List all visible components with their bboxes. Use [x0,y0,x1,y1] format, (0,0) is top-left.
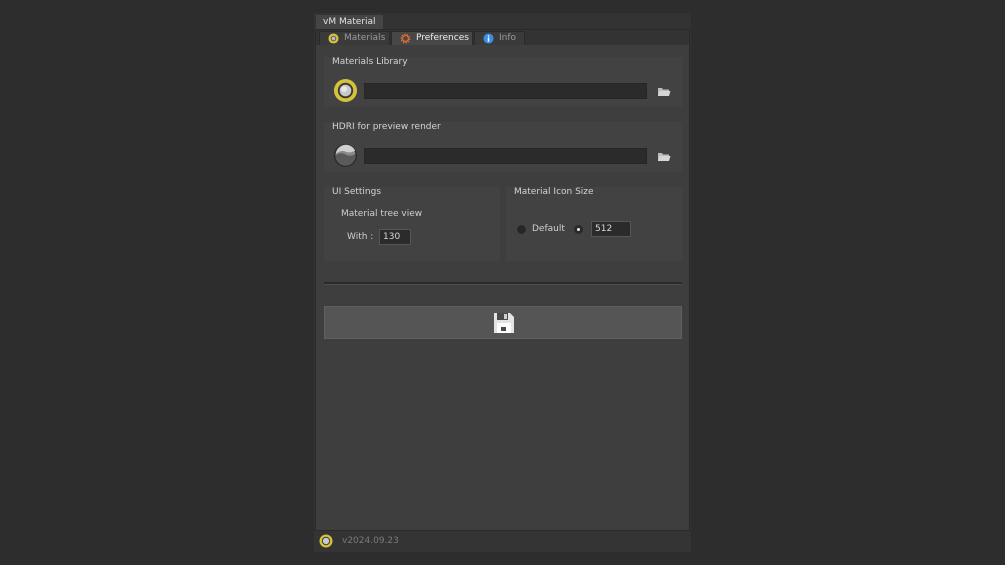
floppy-disk-icon [494,313,514,333]
info-icon [483,33,494,44]
folder-icon[interactable] [657,86,671,98]
materials-library-title: Materials Library [332,57,408,67]
materials-library-group: Materials Library [324,57,682,107]
tree-width-input[interactable]: 130 [379,229,411,245]
materials-library-path-input[interactable] [364,83,647,99]
custom-size-radio[interactable] [574,225,583,234]
hdri-path-input[interactable] [364,148,647,164]
window-title-tab[interactable]: vM Material [316,15,383,30]
hdri-group: HDRI for preview render [324,122,682,172]
icon-size-title: Material Icon Size [514,187,594,197]
version-label: v2024.09.23 [342,536,399,546]
tab-preferences[interactable]: Preferences [391,31,473,45]
gear-icon [400,33,411,44]
separator [324,282,682,285]
hdri-title: HDRI for preview render [332,122,441,132]
tab-bar: Materials Preferences Info [316,30,689,45]
folder-icon[interactable] [657,151,671,163]
material-ball-icon [333,78,358,103]
main-panel: Materials Preferences Info Materials Lib… [315,29,690,531]
icon-size-input[interactable]: 512 [591,221,631,237]
tab-preferences-label: Preferences [416,33,469,43]
icon-size-group: Material Icon Size Default 512 [506,187,682,261]
tab-materials-label: Materials [344,33,386,43]
width-label: With : [347,232,374,242]
status-footer: v2024.09.23 [314,531,691,552]
vm-material-window: vM Material Materials Preferences Info M… [314,13,691,552]
tab-materials[interactable]: Materials [319,31,390,45]
ui-settings-group: UI Settings Material tree view With : 13… [324,187,500,261]
save-button[interactable] [324,306,682,339]
material-ball-icon [328,33,339,44]
material-tree-view-label: Material tree view [341,209,423,219]
default-size-label: Default [532,224,565,234]
material-ball-icon [319,534,333,548]
tab-info[interactable]: Info [474,31,525,45]
hdri-sphere-icon [333,143,358,168]
ui-settings-title: UI Settings [332,187,382,197]
tab-info-label: Info [499,33,517,43]
preferences-content: Materials Library HDRI for preview rende… [316,45,689,530]
default-size-radio[interactable] [517,225,526,234]
